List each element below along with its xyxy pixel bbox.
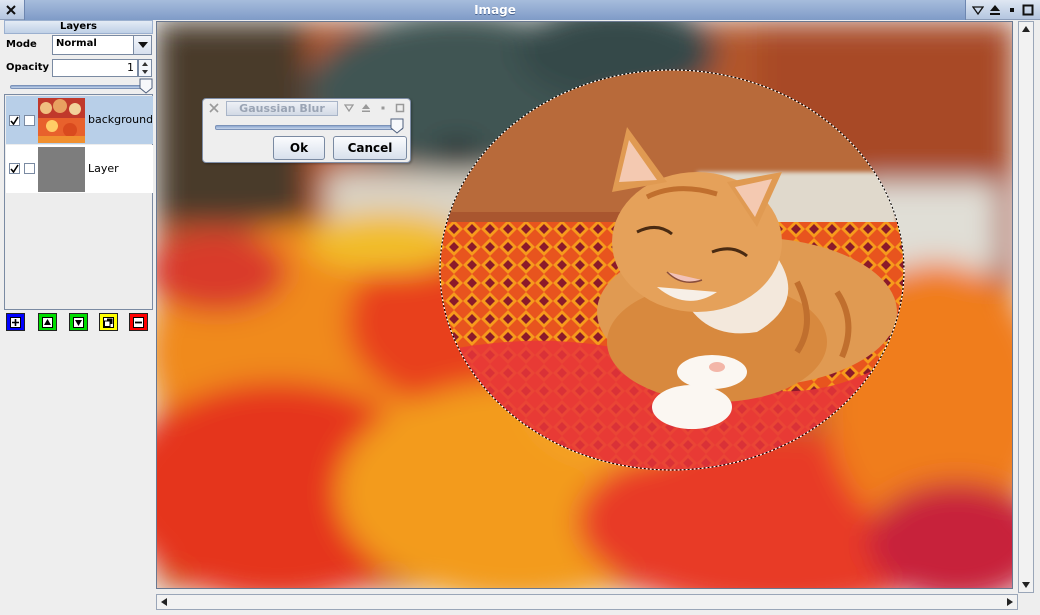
spin-up-button[interactable] [139, 60, 151, 68]
layer-thumbnail [38, 98, 85, 143]
layers-list: background Layer [4, 94, 153, 310]
scroll-right-icon [1007, 598, 1013, 606]
layer-name: Layer [88, 162, 119, 175]
mode-dropdown[interactable]: Normal [52, 35, 152, 55]
shade-button[interactable] [988, 3, 1002, 17]
spin-down-button[interactable] [139, 68, 151, 76]
maximize-icon [1022, 4, 1034, 16]
checkmark-icon [10, 116, 19, 126]
layer-thumbnail [38, 147, 85, 192]
opacity-input[interactable]: 1 [52, 59, 138, 77]
arrow-down-icon [73, 316, 84, 328]
dialog-menu-button[interactable] [343, 102, 355, 114]
window-title: Image [24, 0, 966, 20]
scroll-left-button[interactable] [157, 595, 171, 609]
close-icon [209, 103, 219, 113]
minimize-icon [1010, 8, 1014, 12]
vertical-scrollbar[interactable] [1018, 21, 1034, 593]
eject-icon [990, 5, 1000, 15]
duplicate-icon [103, 316, 114, 328]
opacity-slider-thumb[interactable] [139, 78, 153, 94]
layer-link-checkbox[interactable] [24, 115, 35, 126]
triangle-down-icon [344, 104, 354, 113]
gaussian-blur-dialog: Gaussian Blur Ok Cancel [202, 98, 411, 163]
layer-row-layer[interactable]: Layer [6, 145, 153, 193]
triangle-down-icon [972, 6, 984, 16]
blur-radius-slider[interactable] [215, 125, 403, 130]
dialog-title: Gaussian Blur [226, 101, 338, 116]
spin-down-icon [142, 70, 148, 74]
opacity-slider[interactable] [10, 85, 148, 89]
dropdown-arrow-button[interactable] [133, 36, 151, 54]
minimize-icon [381, 106, 385, 110]
layers-panel-title: Layers [4, 20, 153, 34]
maximize-icon [395, 103, 405, 113]
duplicate-layer-button[interactable] [99, 313, 118, 331]
checkmark-icon [10, 164, 19, 174]
dialog-close-button[interactable] [208, 102, 220, 114]
arrow-up-icon [42, 316, 53, 328]
slider-thumb-icon [390, 118, 404, 134]
opacity-label: Opacity [6, 62, 50, 73]
plus-icon [10, 316, 21, 328]
dialog-shade-button[interactable] [360, 102, 372, 114]
ok-button[interactable]: Ok [273, 136, 325, 160]
eject-icon [362, 104, 370, 112]
blur-slider-thumb[interactable] [390, 118, 404, 134]
scroll-up-button[interactable] [1019, 22, 1033, 36]
horizontal-scrollbar[interactable] [156, 594, 1018, 610]
layer-name: background [88, 113, 152, 126]
layer-visibility-checkbox[interactable] [9, 163, 20, 174]
layer-visibility-checkbox[interactable] [9, 115, 20, 126]
close-icon [6, 5, 16, 15]
scroll-up-icon [1022, 26, 1030, 32]
mode-label: Mode [6, 39, 37, 50]
close-window-button[interactable] [4, 3, 18, 17]
cancel-button[interactable]: Cancel [333, 136, 407, 160]
opacity-spinner[interactable] [138, 59, 152, 77]
move-layer-down-button[interactable] [69, 313, 88, 331]
menu-button[interactable] [971, 3, 985, 17]
delete-layer-button[interactable] [129, 313, 148, 331]
layer-link-checkbox[interactable] [24, 163, 35, 174]
scroll-right-button[interactable] [1003, 595, 1017, 609]
spin-up-icon [142, 62, 148, 66]
dialog-minimize-button[interactable] [377, 102, 389, 114]
slider-thumb-icon [139, 78, 153, 94]
chevron-down-icon [137, 42, 148, 48]
move-layer-up-button[interactable] [38, 313, 57, 331]
dialog-maximize-button[interactable] [394, 102, 406, 114]
scroll-left-icon [161, 598, 167, 606]
maximize-button[interactable] [1021, 3, 1035, 17]
layer-row-background[interactable]: background [6, 96, 153, 144]
minimize-button[interactable] [1005, 3, 1019, 17]
mode-value: Normal [56, 38, 97, 49]
scroll-down-button[interactable] [1019, 578, 1033, 592]
add-layer-button[interactable] [6, 313, 25, 331]
minus-icon [133, 316, 144, 328]
scroll-down-icon [1022, 582, 1030, 588]
